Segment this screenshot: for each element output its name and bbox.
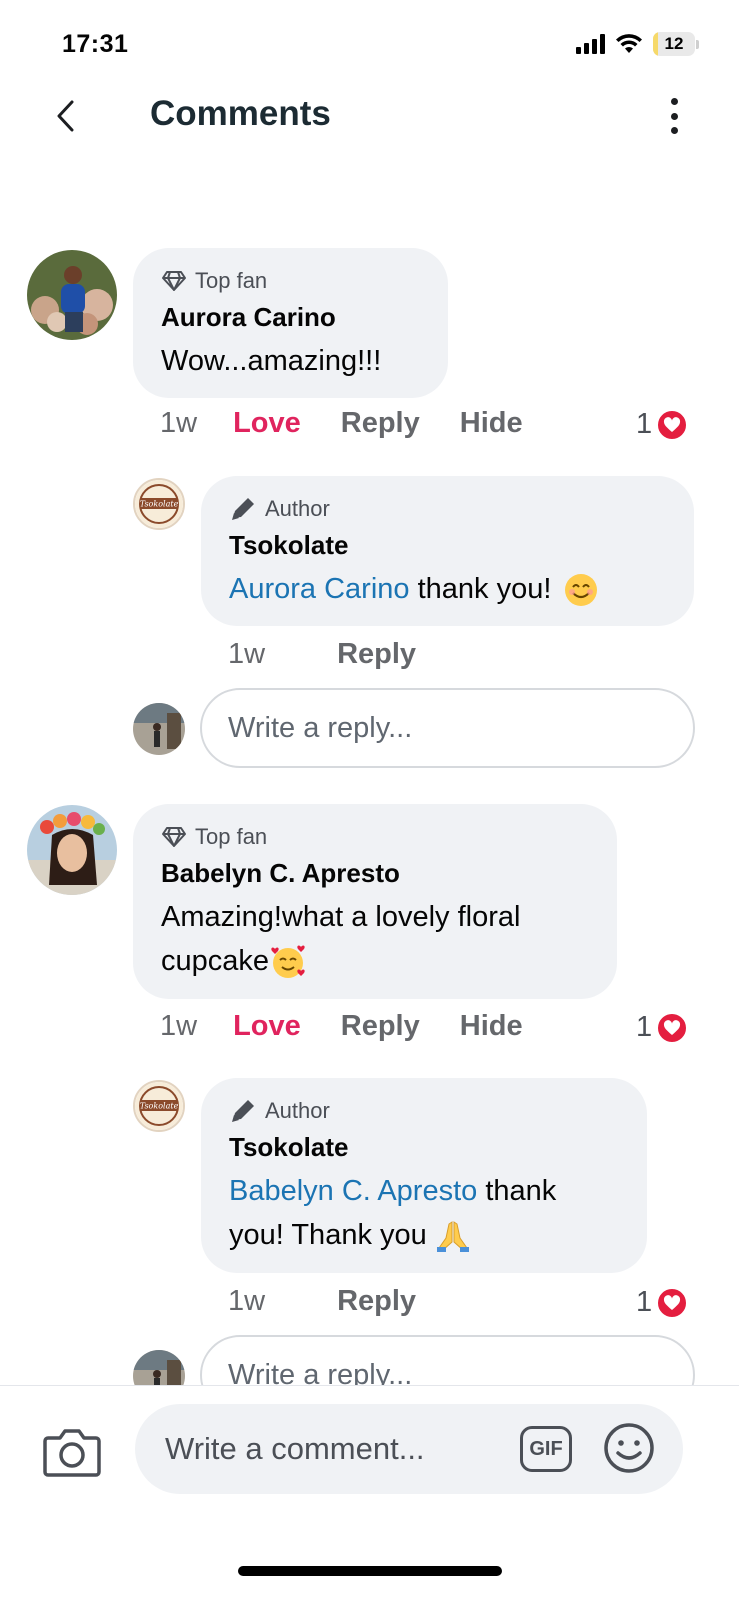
emoji-icon [604, 1423, 654, 1473]
comment-text: Wow...amazing!!! [161, 345, 382, 377]
reply-button[interactable]: Reply [337, 1285, 416, 1318]
hide-button[interactable]: Hide [460, 1010, 523, 1043]
back-button[interactable] [48, 96, 88, 136]
comment-time: 1w [160, 1010, 198, 1042]
status-icons: 12 [576, 32, 699, 56]
pencil-icon [232, 1100, 254, 1122]
reply-author[interactable]: Tsokolate [229, 530, 666, 561]
love-button[interactable]: Love [233, 1010, 301, 1043]
svg-text:Tsokolate: Tsokolate [140, 500, 179, 509]
reply-button[interactable]: Reply [341, 1010, 420, 1043]
reply-text: Babelyn C. Apresto thank you! Thank you [229, 1169, 619, 1257]
user-avatar [133, 703, 185, 755]
avatar[interactable] [27, 805, 117, 895]
comment-composer: Write a comment... GIF [0, 1385, 739, 1510]
comment-time: 1w [160, 407, 198, 439]
heart-reaction-icon [656, 1011, 689, 1044]
smiling-face-with-hearts-emoji [271, 945, 305, 979]
reply-author[interactable]: Tsokolate [229, 1132, 619, 1163]
comment-actions: 1w Love Reply Hide [160, 407, 523, 440]
reply-time: 1w [228, 1285, 266, 1317]
reaction-number: 1 [636, 408, 653, 440]
diamond-icon [162, 827, 186, 847]
camera-button[interactable] [42, 1426, 102, 1478]
more-options-button[interactable] [659, 96, 689, 136]
reaction-number: 1 [636, 1011, 653, 1043]
author-avatar[interactable]: Tsokolate [133, 478, 185, 530]
badge-label: Author [265, 496, 330, 521]
pencil-icon [232, 498, 254, 520]
battery-level: 12 [664, 34, 684, 53]
wifi-icon [616, 34, 642, 53]
comment-author[interactable]: Babelyn C. Apresto [161, 858, 589, 889]
reaction-number: 1 [636, 1286, 653, 1318]
top-fan-badge: Top fan [161, 824, 589, 850]
comment-author[interactable]: Aurora Carino [161, 302, 420, 333]
author-avatar[interactable]: Tsokolate [133, 1080, 185, 1132]
folded-hands-emoji [436, 1221, 469, 1253]
heart-reaction-icon [656, 1286, 689, 1319]
diamond-icon [162, 271, 186, 291]
reply-actions: 1w Reply [228, 638, 416, 671]
home-indicator[interactable] [238, 1566, 502, 1576]
reaction-count[interactable]: 1 [636, 1011, 689, 1044]
comment-text: Amazing!what a lovely floral cupcake [161, 895, 589, 983]
author-badge: Author [229, 496, 666, 522]
reply-actions: 1w Reply [228, 1285, 416, 1318]
badge-label: Top fan [195, 268, 268, 293]
comment-bubble: Top fan Babelyn C. Apresto Amazing!what … [133, 804, 617, 999]
chevron-left-icon [57, 100, 74, 132]
svg-text:Tsokolate: Tsokolate [140, 1102, 179, 1111]
heart-reaction-icon [656, 408, 689, 441]
comment-bubble: Top fan Aurora Carino Wow...amazing!!! [133, 248, 448, 398]
more-dots-icon [670, 98, 678, 105]
cellular-signal-icon [576, 34, 605, 54]
comments-list: Top fan Aurora Carino Wow...amazing!!! 1… [0, 245, 739, 1415]
camera-icon [43, 1429, 101, 1477]
comment-input[interactable]: Write a comment... [135, 1404, 683, 1494]
reply-button[interactable]: Reply [341, 407, 420, 440]
reply-bubble: Author Tsokolate Babelyn C. Apresto than… [201, 1078, 647, 1273]
battery-icon: 12 [653, 32, 699, 56]
reply-time: 1w [228, 638, 266, 670]
reply-bubble: Author Tsokolate Aurora Carino thank you… [201, 476, 694, 626]
smiling-face-emoji [565, 574, 598, 607]
reply-button[interactable]: Reply [337, 638, 416, 671]
page-title: Comments [150, 94, 331, 133]
status-time: 17:31 [62, 30, 129, 58]
reply-text: Aurora Carino thank you! [229, 567, 666, 611]
top-fan-badge: Top fan [161, 268, 420, 294]
avatar[interactable] [27, 250, 117, 340]
reply-input[interactable]: Write a reply... [200, 688, 695, 768]
reaction-count[interactable]: 1 [636, 408, 689, 441]
comment-actions: 1w Love Reply Hide [160, 1010, 523, 1043]
author-badge: Author [229, 1098, 619, 1124]
header: Comments [0, 80, 739, 150]
love-button[interactable]: Love [233, 407, 301, 440]
badge-label: Top fan [195, 824, 268, 849]
mention-link[interactable]: Babelyn C. Apresto [229, 1175, 477, 1207]
hide-button[interactable]: Hide [460, 407, 523, 440]
gif-button[interactable]: GIF [520, 1426, 572, 1472]
reaction-count[interactable]: 1 [636, 1286, 689, 1319]
emoji-button[interactable] [603, 1422, 655, 1474]
badge-label: Author [265, 1098, 330, 1123]
mention-link[interactable]: Aurora Carino [229, 573, 410, 605]
status-bar: 17:31 12 [0, 0, 739, 90]
